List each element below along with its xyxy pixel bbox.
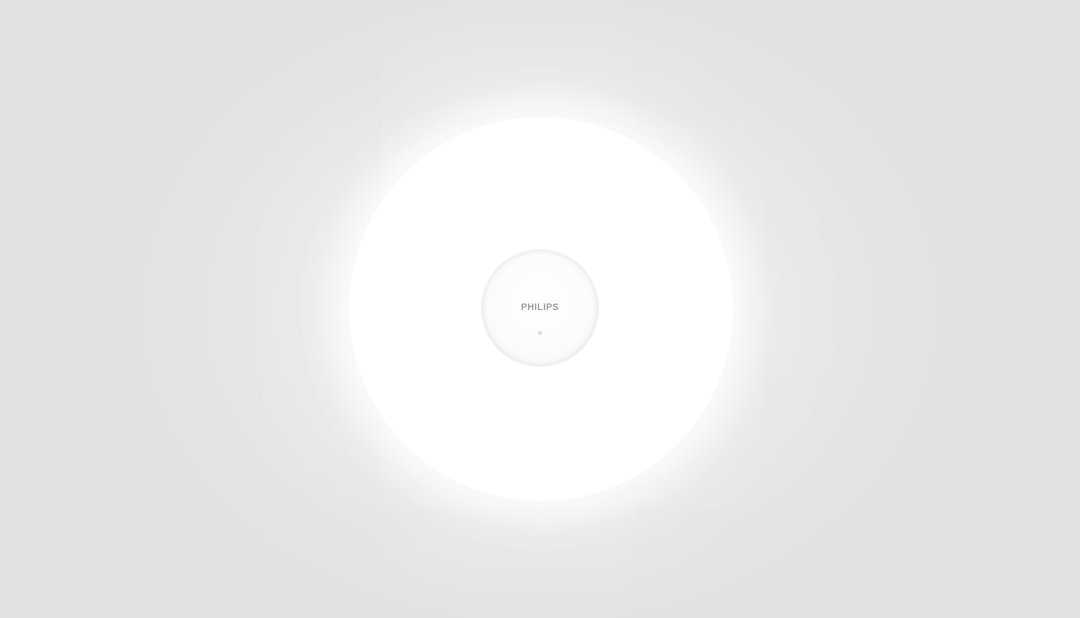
brand-logo: PHILIPS (521, 302, 559, 312)
lamp-center-cap: PHILIPS (482, 250, 598, 366)
indicator-light-icon (538, 331, 542, 335)
